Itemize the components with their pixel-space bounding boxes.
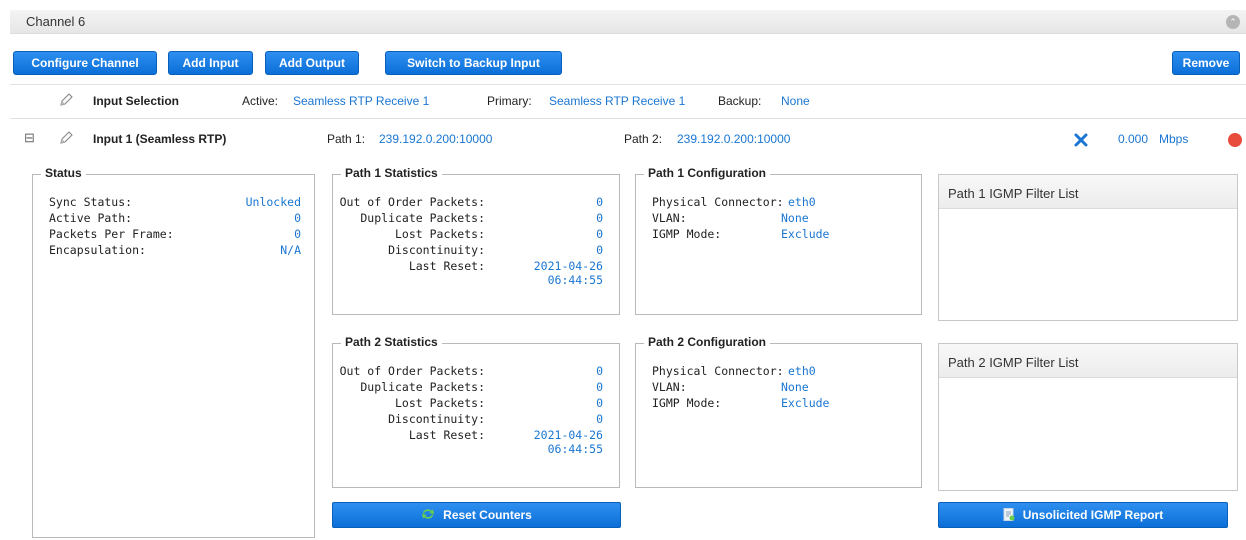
path2-address[interactable]: 239.192.0.200:10000 bbox=[677, 132, 790, 146]
reset-counters-button[interactable]: Reset Counters bbox=[332, 502, 621, 528]
stat-value: 0 bbox=[596, 227, 603, 241]
path1-configuration-panel: Path 1 Configuration Physical Connector:… bbox=[635, 166, 922, 315]
add-output-button[interactable]: Add Output bbox=[265, 51, 359, 75]
bitrate-unit: Mbps bbox=[1159, 132, 1189, 146]
stat-value: 0 bbox=[596, 364, 603, 378]
status-key: Packets Per Frame: bbox=[49, 227, 174, 241]
last-reset-label: Last Reset: bbox=[408, 259, 485, 273]
path1-statistics-panel: Path 1 Statistics Out of Order Packets: … bbox=[332, 166, 620, 315]
config-key: Physical Connector: bbox=[652, 364, 784, 378]
path2-igmp-filter-title: Path 2 IGMP Filter List bbox=[939, 344, 1237, 378]
config-value[interactable]: None bbox=[781, 380, 809, 394]
status-value: Unlocked bbox=[245, 195, 301, 209]
close-x-icon[interactable] bbox=[1074, 133, 1088, 147]
switch-backup-input-button[interactable]: Switch to Backup Input bbox=[385, 51, 562, 75]
last-reset-label: Last Reset: bbox=[408, 428, 485, 442]
config-value[interactable]: Exclude bbox=[781, 396, 829, 410]
collapse-icon[interactable]: ⌃ bbox=[1226, 15, 1240, 29]
last-reset-date: 2021-04-26 bbox=[533, 428, 603, 442]
config-value[interactable]: eth0 bbox=[788, 364, 816, 378]
last-reset-date: 2021-04-26 bbox=[533, 259, 603, 273]
stat-key: Duplicate Packets: bbox=[360, 211, 485, 225]
path1-configuration-legend: Path 1 Configuration bbox=[644, 166, 770, 180]
refresh-icon bbox=[422, 509, 435, 519]
status-value: 0 bbox=[294, 227, 301, 241]
config-value[interactable]: Exclude bbox=[781, 227, 829, 241]
path1-igmp-filter-title: Path 1 IGMP Filter List bbox=[939, 175, 1237, 209]
channel-header: Channel 6 ⌃ bbox=[10, 10, 1246, 34]
stat-value: 0 bbox=[596, 195, 603, 209]
stat-key: Duplicate Packets: bbox=[360, 380, 485, 394]
reset-counters-label: Reset Counters bbox=[443, 508, 532, 522]
status-indicator bbox=[1228, 133, 1242, 147]
report-icon bbox=[1003, 508, 1015, 521]
backup-value[interactable]: None bbox=[781, 94, 810, 108]
input-title: Input 1 (Seamless RTP) bbox=[93, 132, 227, 146]
configure-channel-button[interactable]: Configure Channel bbox=[13, 51, 157, 75]
status-value: 0 bbox=[294, 211, 301, 225]
status-key: Sync Status: bbox=[49, 195, 133, 209]
primary-value[interactable]: Seamless RTP Receive 1 bbox=[549, 94, 685, 108]
config-key: VLAN: bbox=[652, 380, 687, 394]
channel-title: Channel 6 bbox=[26, 14, 86, 29]
edit-pencil-icon[interactable] bbox=[58, 92, 74, 108]
bitrate-value: 0.000 bbox=[1118, 132, 1149, 146]
stat-value: 0 bbox=[596, 396, 603, 410]
backup-label: Backup: bbox=[718, 94, 762, 108]
input-selection-label: Input Selection bbox=[93, 94, 180, 108]
stat-key: Out of Order Packets: bbox=[339, 364, 485, 378]
stat-value: 0 bbox=[596, 380, 603, 394]
unsolicited-igmp-report-button[interactable]: Unsolicited IGMP Report bbox=[938, 502, 1228, 528]
unsolicited-igmp-report-label: Unsolicited IGMP Report bbox=[1022, 508, 1164, 522]
expand-collapse-icon[interactable]: ⊟ bbox=[24, 130, 35, 146]
add-input-button[interactable]: Add Input bbox=[168, 51, 253, 75]
last-reset-time: 06:44:55 bbox=[547, 442, 603, 456]
divider bbox=[10, 84, 1246, 85]
config-key: IGMP Mode: bbox=[652, 396, 722, 410]
path2-statistics-legend: Path 2 Statistics bbox=[341, 335, 442, 349]
status-value: N/A bbox=[280, 243, 301, 257]
active-label: Active: bbox=[242, 94, 279, 108]
status-key: Active Path: bbox=[49, 211, 133, 225]
status-panel: Status Sync Status: Unlocked Active Path… bbox=[32, 166, 315, 538]
config-value[interactable]: None bbox=[781, 211, 809, 225]
stat-key: Discontinuity: bbox=[388, 412, 485, 426]
stat-value: 0 bbox=[596, 243, 603, 257]
stat-key: Discontinuity: bbox=[388, 243, 485, 257]
path2-igmp-filter-list[interactable]: Path 2 IGMP Filter List bbox=[938, 343, 1238, 491]
path2-configuration-legend: Path 2 Configuration bbox=[644, 335, 770, 349]
path2-statistics-panel: Path 2 Statistics Out of Order Packets: … bbox=[332, 335, 620, 488]
path2-configuration-panel: Path 2 Configuration Physical Connector:… bbox=[635, 335, 922, 488]
active-value[interactable]: Seamless RTP Receive 1 bbox=[293, 94, 429, 108]
divider bbox=[10, 118, 1246, 119]
status-key: Encapsulation: bbox=[49, 243, 146, 257]
path1-statistics-legend: Path 1 Statistics bbox=[341, 166, 442, 180]
config-key: IGMP Mode: bbox=[652, 227, 722, 241]
edit-pencil-icon[interactable] bbox=[58, 130, 74, 146]
status-legend: Status bbox=[41, 166, 86, 180]
stat-key: Out of Order Packets: bbox=[339, 195, 485, 209]
stat-value: 0 bbox=[596, 412, 603, 426]
stat-value: 0 bbox=[596, 211, 603, 225]
remove-button[interactable]: Remove bbox=[1172, 51, 1240, 75]
stat-key: Lost Packets: bbox=[394, 227, 485, 241]
path2-label: Path 2: bbox=[624, 132, 663, 146]
path1-label: Path 1: bbox=[327, 132, 366, 146]
config-value[interactable]: eth0 bbox=[788, 195, 816, 209]
last-reset-time: 06:44:55 bbox=[547, 273, 603, 287]
config-key: VLAN: bbox=[652, 211, 687, 225]
path1-address[interactable]: 239.192.0.200:10000 bbox=[379, 132, 492, 146]
path1-igmp-filter-list[interactable]: Path 1 IGMP Filter List bbox=[938, 174, 1238, 321]
primary-label: Primary: bbox=[487, 94, 532, 108]
stat-key: Lost Packets: bbox=[394, 396, 485, 410]
config-key: Physical Connector: bbox=[652, 195, 784, 209]
